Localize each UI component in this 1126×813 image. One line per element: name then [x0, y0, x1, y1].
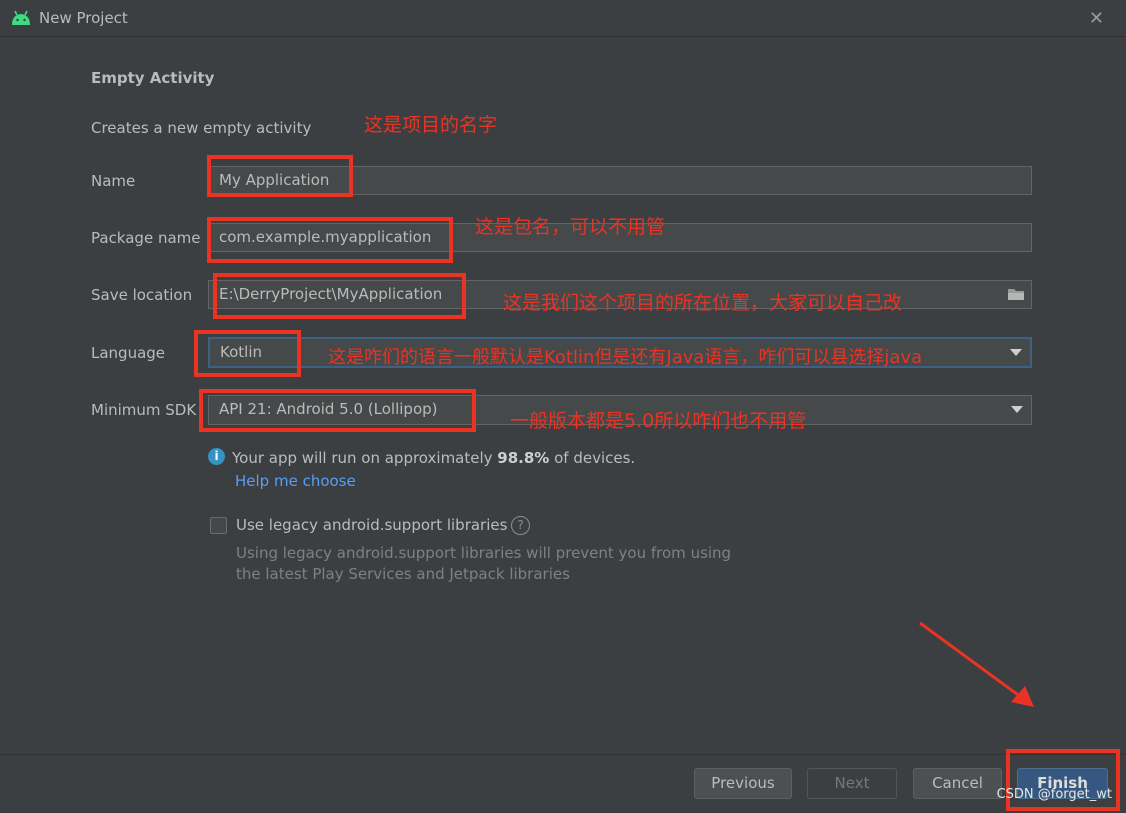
next-button[interactable]: Next	[807, 768, 897, 799]
hint-line-1: Using legacy android.support libraries w…	[236, 544, 732, 562]
device-coverage-text: Your app will run on approximately 98.8%…	[232, 449, 635, 467]
name-value: My Application	[219, 171, 330, 189]
name-label: Name	[91, 172, 136, 190]
info-icon: i	[208, 448, 225, 465]
help-me-choose-link[interactable]: Help me choose	[235, 472, 356, 490]
save-location-label: Save location	[91, 286, 193, 304]
save-location-value: E:\DerryProject\MyApplication	[219, 285, 443, 303]
save-location-field[interactable]: E:\DerryProject\MyApplication	[208, 280, 1032, 309]
folder-icon[interactable]	[1007, 287, 1025, 301]
coverage-percent: 98.8%	[497, 449, 550, 467]
language-select[interactable]: Kotlin	[208, 337, 1032, 368]
coverage-suffix: of devices.	[549, 449, 636, 467]
chevron-down-icon[interactable]	[1010, 349, 1022, 356]
minimum-sdk-value: API 21: Android 5.0 (Lollipop)	[219, 400, 438, 418]
previous-button[interactable]: Previous	[694, 768, 792, 799]
language-label: Language	[91, 344, 166, 362]
minimum-sdk-label: Minimum SDK	[91, 401, 197, 419]
language-value: Kotlin	[220, 343, 262, 361]
help-icon[interactable]: ?	[511, 516, 530, 535]
package-name-label: Package name	[91, 229, 201, 247]
coverage-prefix: Your app will run on approximately	[232, 449, 498, 467]
package-name-value: com.example.myapplication	[219, 228, 432, 246]
name-field[interactable]: My Application	[208, 166, 1032, 195]
close-icon[interactable]: ✕	[1089, 8, 1104, 29]
minimum-sdk-select[interactable]: API 21: Android 5.0 (Lollipop)	[208, 395, 1032, 425]
legacy-support-checkbox[interactable]	[210, 517, 227, 534]
page-title: Empty Activity	[91, 69, 215, 87]
package-name-field[interactable]: com.example.myapplication	[208, 223, 1032, 252]
cancel-button[interactable]: Cancel	[913, 768, 1002, 799]
chevron-down-icon[interactable]	[1011, 406, 1023, 413]
annotation-arrow	[919, 621, 1034, 707]
title-bar: New Project ✕	[0, 0, 1126, 37]
annotation-name-note: 这是项目的名字	[364, 114, 498, 136]
watermark: CSDN @forget_wt	[996, 787, 1112, 802]
window-title: New Project	[39, 9, 128, 27]
legacy-support-label[interactable]: Use legacy android.support libraries	[236, 516, 507, 534]
legacy-support-hint: Using legacy android.support libraries w…	[236, 543, 731, 585]
android-icon	[12, 10, 30, 25]
page-description: Creates a new empty activity	[91, 119, 312, 137]
hint-line-2: the latest Play Services and Jetpack lib…	[236, 565, 570, 583]
